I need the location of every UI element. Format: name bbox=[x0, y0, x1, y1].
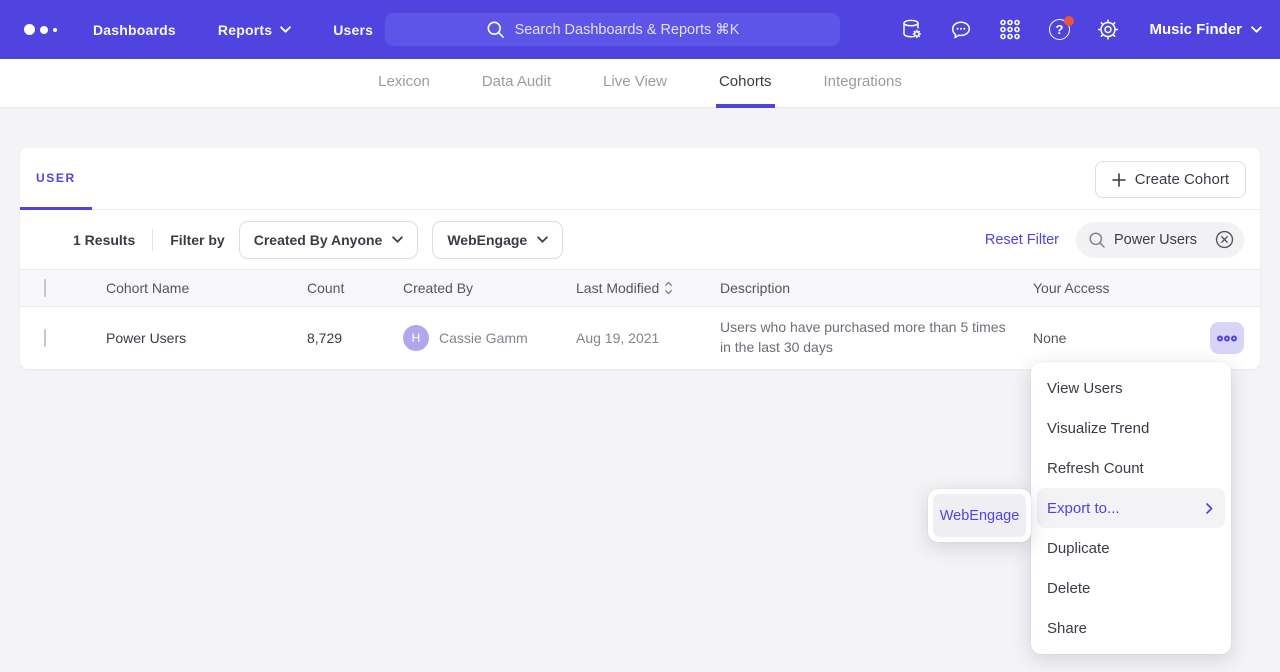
table-row[interactable]: Power Users 8,729 H Cassie Gamm Aug 19, … bbox=[20, 307, 1260, 369]
navbar-actions: ? Music Finder bbox=[900, 0, 1262, 59]
logo-dot bbox=[40, 26, 48, 34]
column-description: Description bbox=[720, 280, 1033, 296]
created-by-dropdown[interactable]: Created By Anyone bbox=[239, 221, 419, 259]
chevron-down-icon bbox=[280, 26, 291, 33]
created-by-cell: H Cassie Gamm bbox=[403, 325, 576, 351]
search-icon bbox=[1088, 231, 1106, 249]
tab-cohorts[interactable]: Cohorts bbox=[716, 59, 775, 108]
create-cohort-label: Create Cohort bbox=[1135, 171, 1229, 188]
column-your-access: Your Access bbox=[1033, 280, 1143, 296]
divider bbox=[152, 229, 153, 251]
project-selector[interactable]: Music Finder bbox=[1149, 21, 1262, 38]
creator-name: Cassie Gamm bbox=[439, 330, 528, 346]
avatar: H bbox=[403, 325, 429, 351]
search-icon bbox=[486, 20, 505, 39]
menu-item-duplicate[interactable]: Duplicate bbox=[1031, 528, 1231, 568]
settings-gear-icon[interactable] bbox=[1096, 18, 1120, 42]
global-search-placeholder: Search Dashboards & Reports ⌘K bbox=[515, 22, 740, 38]
cohort-search-box bbox=[1076, 222, 1244, 258]
chevron-down-icon bbox=[537, 236, 548, 243]
table-header: Cohort Name Count Created By Last Modifi… bbox=[20, 269, 1260, 307]
column-created-by: Created By bbox=[403, 280, 576, 296]
description-cell: Users who have purchased more than 5 tim… bbox=[720, 318, 1033, 357]
cohort-search-input[interactable] bbox=[1114, 232, 1206, 248]
help-icon[interactable]: ? bbox=[1047, 18, 1071, 42]
reset-filter-link[interactable]: Reset Filter bbox=[985, 232, 1059, 248]
sort-icon bbox=[664, 281, 673, 295]
apps-grid-icon[interactable] bbox=[998, 18, 1022, 42]
column-last-modified[interactable]: Last Modified bbox=[576, 280, 720, 296]
top-navbar: Dashboards Reports Users Search Dashboar… bbox=[0, 0, 1280, 59]
data-settings-icon[interactable] bbox=[900, 18, 924, 42]
cohort-name-cell: Power Users bbox=[106, 330, 307, 346]
select-all-checkbox[interactable] bbox=[44, 279, 46, 297]
logo-dot bbox=[53, 28, 57, 32]
mixpanel-logo[interactable] bbox=[24, 24, 57, 35]
chevron-down-icon bbox=[1251, 26, 1262, 33]
project-name: Music Finder bbox=[1149, 21, 1242, 38]
tab-data-audit[interactable]: Data Audit bbox=[479, 59, 554, 108]
support-chat-icon[interactable] bbox=[949, 18, 973, 42]
panel-header: USER Create Cohort bbox=[20, 148, 1260, 210]
plus-icon bbox=[1112, 173, 1126, 187]
tab-lexicon[interactable]: Lexicon bbox=[375, 59, 433, 108]
nav-reports[interactable]: Reports bbox=[218, 22, 291, 38]
column-cohort-name: Cohort Name bbox=[106, 280, 307, 296]
filter-by-label: Filter by bbox=[170, 232, 224, 248]
nav-reports-label: Reports bbox=[218, 22, 272, 38]
tab-user-cohorts[interactable]: USER bbox=[20, 148, 92, 210]
menu-item-export-to[interactable]: Export to... bbox=[1037, 488, 1225, 528]
menu-item-refresh-count[interactable]: Refresh Count bbox=[1031, 448, 1231, 488]
menu-item-visualize-trend[interactable]: Visualize Trend bbox=[1031, 408, 1231, 448]
chevron-right-icon bbox=[1206, 503, 1213, 514]
count-cell: 8,729 bbox=[307, 330, 403, 346]
app-root: Dashboards Reports Users Search Dashboar… bbox=[0, 0, 1280, 369]
create-cohort-button[interactable]: Create Cohort bbox=[1095, 161, 1246, 198]
menu-item-share[interactable]: Share bbox=[1031, 608, 1231, 648]
main-content: USER Create Cohort 1 Results Filter by C… bbox=[0, 108, 1280, 369]
primary-nav: Dashboards Reports Users bbox=[93, 22, 373, 38]
nav-users[interactable]: Users bbox=[333, 22, 373, 38]
row-checkbox[interactable] bbox=[44, 329, 46, 347]
cohorts-panel: USER Create Cohort 1 Results Filter by C… bbox=[20, 148, 1260, 369]
notification-dot bbox=[1064, 16, 1074, 26]
row-context-menu: View Users Visualize Trend Refresh Count… bbox=[1031, 362, 1231, 654]
last-modified-cell: Aug 19, 2021 bbox=[576, 330, 720, 346]
menu-item-delete[interactable]: Delete bbox=[1031, 568, 1231, 608]
tab-integrations[interactable]: Integrations bbox=[821, 59, 905, 108]
tab-live-view[interactable]: Live View bbox=[600, 59, 670, 108]
global-search-bar[interactable]: Search Dashboards & Reports ⌘K bbox=[385, 13, 840, 46]
export-submenu: WebEngage bbox=[928, 489, 1031, 542]
chevron-down-icon bbox=[392, 236, 403, 243]
clear-search-icon[interactable] bbox=[1214, 229, 1235, 250]
nav-dashboards[interactable]: Dashboards bbox=[93, 22, 176, 38]
your-access-cell: None bbox=[1033, 330, 1143, 346]
three-dots-icon bbox=[1216, 334, 1238, 343]
submenu-item-webengage[interactable]: WebEngage bbox=[933, 494, 1026, 537]
integration-dropdown[interactable]: WebEngage bbox=[432, 221, 563, 259]
column-count: Count bbox=[307, 280, 403, 296]
logo-dot bbox=[24, 24, 35, 35]
row-actions-button[interactable] bbox=[1210, 322, 1244, 354]
section-tabbar: Lexicon Data Audit Live View Cohorts Int… bbox=[0, 59, 1280, 108]
menu-item-view-users[interactable]: View Users bbox=[1031, 368, 1231, 408]
filter-bar: 1 Results Filter by Created By Anyone We… bbox=[20, 210, 1260, 269]
integration-dropdown-value: WebEngage bbox=[447, 232, 527, 248]
results-count: 1 Results bbox=[73, 232, 135, 248]
created-by-dropdown-value: Created By Anyone bbox=[254, 232, 383, 248]
export-to-label: Export to... bbox=[1047, 500, 1120, 517]
